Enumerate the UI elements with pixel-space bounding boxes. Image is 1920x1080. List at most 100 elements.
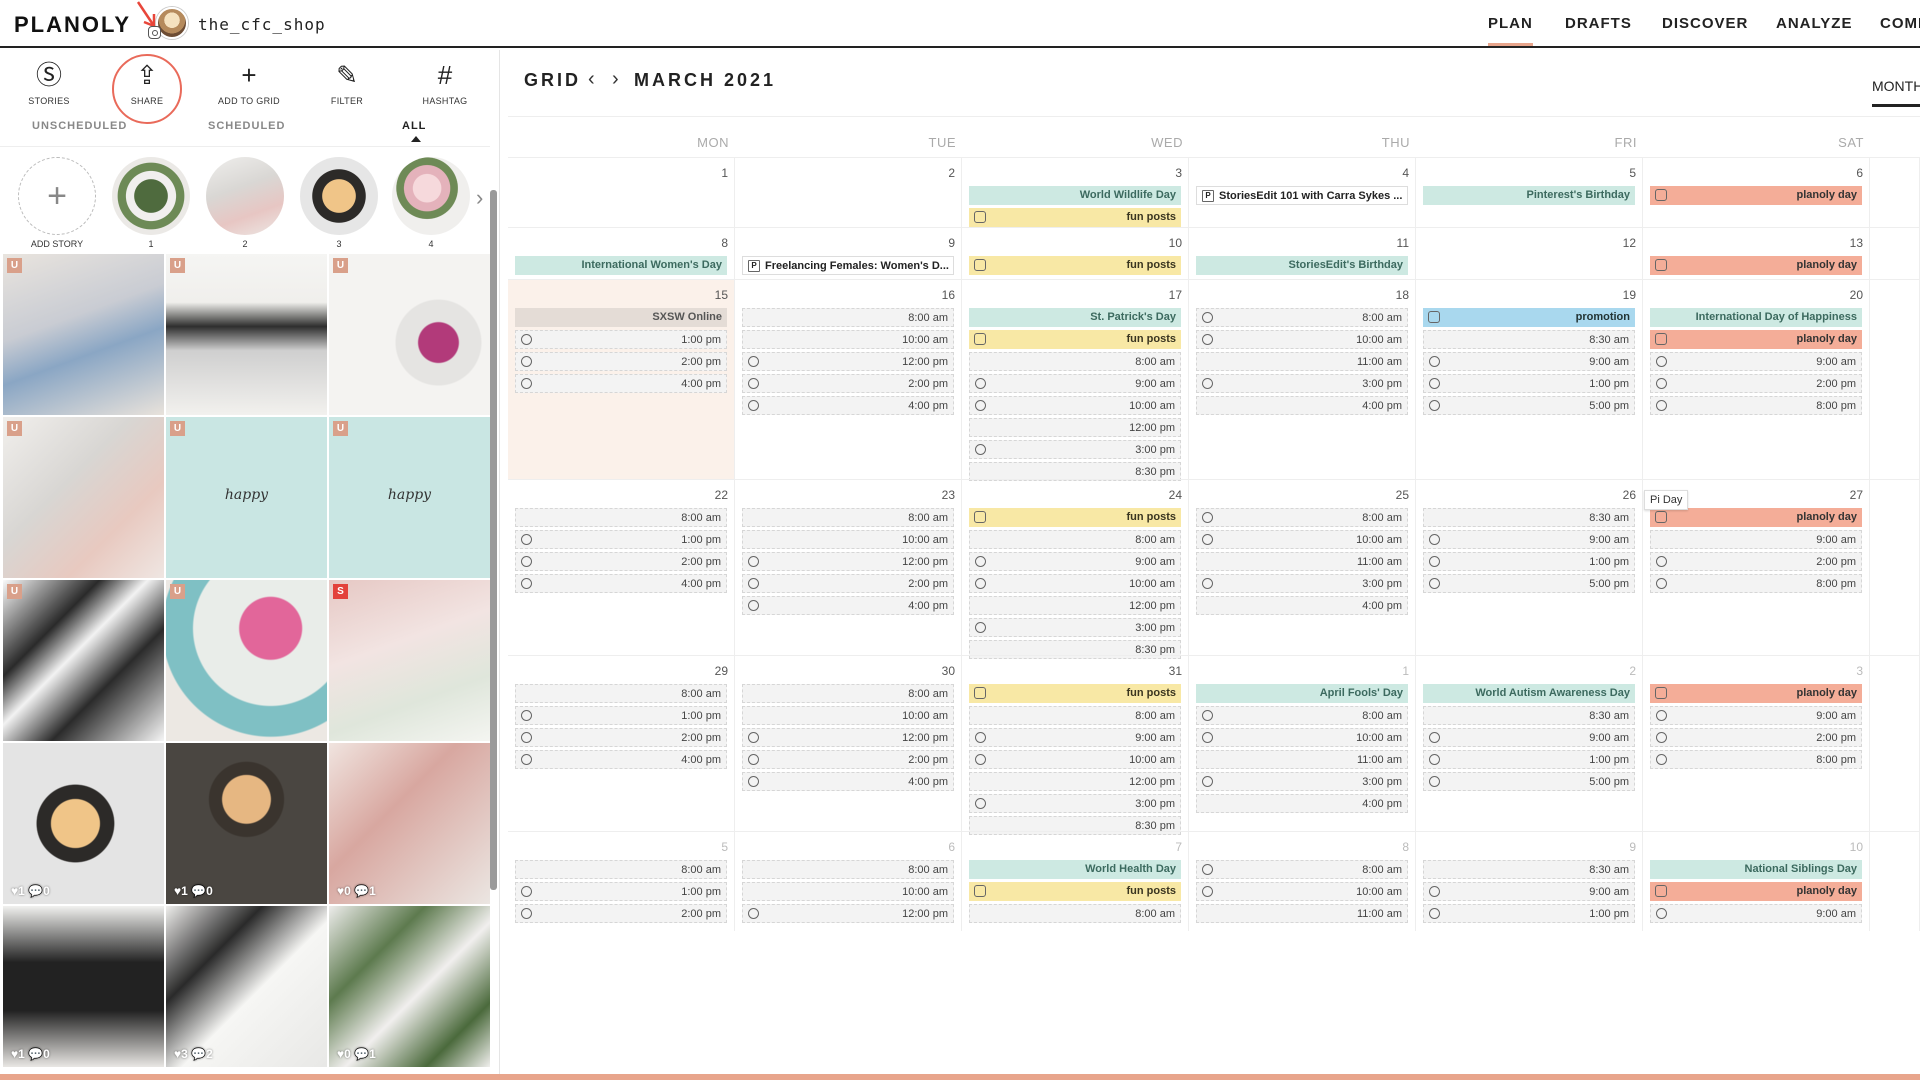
scheduled-post-slot[interactable]: 8:00 am — [969, 352, 1181, 371]
scheduled-post-slot[interactable]: 2:00 pm — [515, 728, 727, 747]
scheduled-post-slot[interactable]: 8:00 pm — [1650, 750, 1862, 769]
grid-tile[interactable]: ♥1 💬0 — [3, 906, 164, 1067]
calendar-day-cell[interactable]: 12 — [1416, 227, 1643, 279]
holiday-event[interactable]: Pinterest's Birthday — [1423, 186, 1635, 205]
note-event[interactable]: fun posts — [969, 882, 1181, 901]
calendar-day-cell[interactable]: 1 — [508, 157, 735, 227]
hashtag-button[interactable]: # HASHTAG — [400, 60, 490, 106]
scheduled-post-slot[interactable]: 2:00 pm — [1650, 552, 1862, 571]
grid-tile[interactable]: ♥0 💬1 — [329, 906, 490, 1067]
scheduled-post-slot[interactable]: 9:00 am — [1423, 728, 1635, 747]
calendar-day-cell[interactable]: 23 8:00 am 10:00 am 12:00 pm 2:00 pm 4:00 pm — [735, 479, 962, 655]
calendar-day-cell[interactable]: 9 8:30 am 9:00 am 1:00 pm — [1416, 831, 1643, 931]
scheduled-post-slot[interactable]: 11:00 am — [1196, 552, 1408, 571]
scheduled-post-slot[interactable]: 12:00 pm — [969, 772, 1181, 791]
scheduled-post-slot[interactable]: 4:00 pm — [515, 374, 727, 393]
scheduled-post-slot[interactable]: 4:00 pm — [515, 750, 727, 769]
add-to-grid-button[interactable]: + ADD TO GRID — [204, 60, 294, 106]
scheduled-post-slot[interactable]: 9:00 am — [1423, 352, 1635, 371]
scheduled-post-slot[interactable]: 8:30 am — [1423, 508, 1635, 527]
share-button[interactable]: ⇪ SHARE — [102, 60, 192, 106]
scheduled-post-slot[interactable]: 12:00 pm — [969, 418, 1181, 437]
scheduled-post-slot[interactable]: 10:00 am — [1196, 728, 1408, 747]
note-event[interactable]: fun posts — [969, 208, 1181, 227]
scheduled-post-slot[interactable]: 9:00 am — [969, 552, 1181, 571]
scheduled-post-slot[interactable]: 1:00 pm — [515, 706, 727, 725]
tab-unscheduled[interactable]: UNSCHEDULED — [32, 120, 127, 132]
scheduled-post-slot[interactable]: 4:00 pm — [515, 574, 727, 593]
note-event[interactable]: fun posts — [969, 256, 1181, 275]
calendar-day-cell[interactable]: 18 8:00 am 10:00 am 11:00 am 3:00 pm 4:00 pm — [1189, 279, 1416, 479]
nav-drafts[interactable]: DRAFTS — [1565, 15, 1632, 32]
grid-tile[interactable]: ♥1 💬0 — [166, 743, 327, 904]
left-panel-scrollbar[interactable] — [490, 190, 497, 890]
calendar-day-cell[interactable]: 17 St. Patrick's Day fun posts 8:00 am 9:00 … — [962, 279, 1189, 481]
scheduled-post-slot[interactable]: 3:00 pm — [1196, 574, 1408, 593]
calendar-day-cell[interactable]: 16 8:00 am 10:00 am 12:00 pm 2:00 pm 4:00 pm — [735, 279, 962, 479]
scheduled-post-slot[interactable]: 3:00 pm — [1196, 374, 1408, 393]
scheduled-post-slot[interactable]: 8:00 am — [1196, 508, 1408, 527]
scheduled-post-slot[interactable]: 10:00 am — [742, 706, 954, 725]
scheduled-post-slot[interactable]: 4:00 pm — [742, 396, 954, 415]
chevron-right-icon[interactable]: › — [476, 185, 483, 211]
story-item[interactable]: 4 — [392, 157, 470, 249]
scheduled-post-slot[interactable]: 4:00 pm — [1196, 596, 1408, 615]
filter-button[interactable]: ✎ FILTER — [302, 60, 392, 106]
scheduled-post-slot[interactable]: 1:00 pm — [515, 882, 727, 901]
holiday-event[interactable]: International Women's Day — [515, 256, 727, 275]
scheduled-post-slot[interactable]: 2:00 pm — [515, 552, 727, 571]
scheduled-post-slot[interactable]: 3:00 pm — [1196, 772, 1408, 791]
scheduled-post-slot[interactable]: 9:00 am — [1423, 882, 1635, 901]
scheduled-post-slot[interactable]: 8:00 am — [969, 904, 1181, 923]
scheduled-post-slot[interactable]: 9:00 am — [969, 374, 1181, 393]
scheduled-post-slot[interactable]: 4:00 pm — [742, 596, 954, 615]
scheduled-post-slot[interactable]: 3:00 pm — [969, 618, 1181, 637]
calendar-day-cell[interactable]: 5 8:00 am 1:00 pm 2:00 pm — [508, 831, 735, 931]
scheduled-post-slot[interactable]: 8:00 am — [742, 508, 954, 527]
note-event[interactable]: planoly day — [1650, 684, 1862, 703]
note-event[interactable]: planoly day — [1650, 330, 1862, 349]
scheduled-post-slot[interactable]: 8:30 am — [1423, 706, 1635, 725]
scheduled-post-slot[interactable]: 8:00 am — [742, 684, 954, 703]
scheduled-post-slot[interactable]: 1:00 pm — [1423, 552, 1635, 571]
calendar-day-cell[interactable]: 4 P StoriesEdit 101 with Carra Sykes ... — [1189, 157, 1416, 227]
scheduled-post-slot[interactable]: 8:00 pm — [1650, 574, 1862, 593]
calendar-day-cell[interactable] — [1870, 479, 1920, 655]
scheduled-post-slot[interactable]: 1:00 pm — [515, 330, 727, 349]
calendar-day-cell[interactable] — [1870, 279, 1920, 479]
scheduled-post-slot[interactable]: 9:00 am — [1650, 904, 1862, 923]
scheduled-post-slot[interactable]: 2:00 pm — [742, 750, 954, 769]
add-story-button[interactable]: + ADD STORY — [18, 157, 96, 249]
calendar-day-cell[interactable] — [1870, 655, 1920, 831]
scheduled-post-slot[interactable]: 8:30 am — [1423, 860, 1635, 879]
scheduled-post-slot[interactable]: 12:00 pm — [742, 352, 954, 371]
scheduled-post-slot[interactable]: 8:00 am — [742, 308, 954, 327]
scheduled-post-slot[interactable]: 10:00 am — [969, 396, 1181, 415]
month-view-toggle[interactable]: MONTH — [1872, 78, 1920, 107]
account-name[interactable]: the_cfc_shop — [198, 15, 326, 34]
calendar-day-cell[interactable]: 1 April Fools' Day 8:00 am 10:00 am 11:00 am… — [1189, 655, 1416, 831]
scheduled-post-slot[interactable]: 1:00 pm — [515, 530, 727, 549]
scheduled-post-slot[interactable]: 8:00 am — [1196, 308, 1408, 327]
grid-tile[interactable]: U — [3, 254, 164, 415]
scheduled-post-slot[interactable]: 2:00 pm — [515, 352, 727, 371]
scheduled-post-slot[interactable]: 10:00 am — [969, 750, 1181, 769]
scheduled-post-slot[interactable]: 8:00 am — [515, 860, 727, 879]
grid-tile[interactable]: Uhappy — [329, 417, 490, 578]
story-item[interactable]: 2 — [206, 157, 284, 249]
scheduled-post-slot[interactable]: 11:00 am — [1196, 352, 1408, 371]
note-event[interactable]: planoly day — [1650, 256, 1862, 275]
scheduled-post-slot[interactable]: 2:00 pm — [742, 374, 954, 393]
scheduled-post-slot[interactable]: 5:00 pm — [1423, 772, 1635, 791]
calendar-day-cell[interactable]: 24 fun posts 8:00 am 9:00 am 10:00 am 12:00 p… — [962, 479, 1189, 659]
story-item[interactable]: 3 — [300, 157, 378, 249]
scheduled-post-slot[interactable]: 12:00 pm — [742, 904, 954, 923]
note-event[interactable]: planoly day — [1650, 186, 1862, 205]
calendar-day-cell[interactable]: 10 fun posts — [962, 227, 1189, 279]
scheduled-post-slot[interactable]: 8:00 am — [969, 706, 1181, 725]
scheduled-post-slot[interactable]: 1:00 pm — [1423, 374, 1635, 393]
nav-discover[interactable]: DISCOVER — [1662, 15, 1748, 32]
calendar-day-cell[interactable]: 22 8:00 am 1:00 pm 2:00 pm 4:00 pm — [508, 479, 735, 655]
scheduled-post-slot[interactable]: 11:00 am — [1196, 750, 1408, 769]
story-item[interactable]: 1 — [112, 157, 190, 249]
